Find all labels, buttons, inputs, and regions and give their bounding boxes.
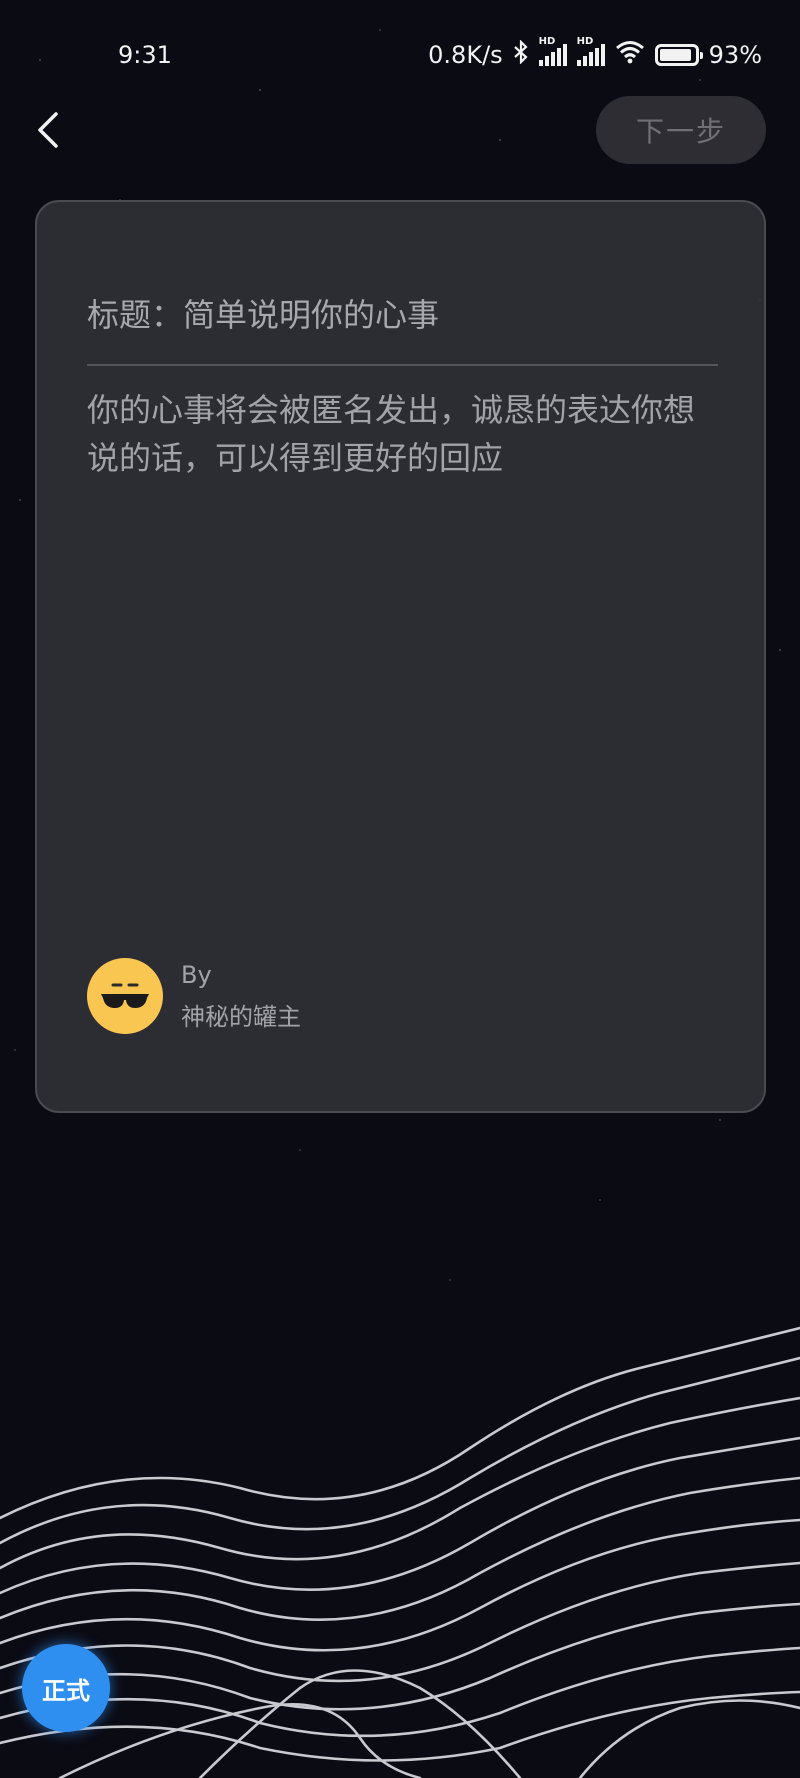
wifi-icon: [615, 40, 645, 70]
battery-percent: 93%: [708, 41, 762, 69]
status-bar: 9:31 0.8K/s HD HD 93%: [0, 0, 800, 110]
title-input[interactable]: 标题：简单说明你的心事: [87, 290, 718, 366]
signal-icon: HD: [576, 36, 605, 66]
next-step-button[interactable]: 下一步: [596, 96, 766, 164]
author-text: By 神秘的罐主: [181, 961, 301, 1032]
status-time: 9:31: [118, 41, 172, 69]
content-input[interactable]: 你的心事将会被匿名发出，诚恳的表达你想说的话，可以得到更好的回应: [87, 386, 718, 482]
signal-icon: HD: [538, 36, 567, 66]
top-bar: 下一步: [0, 96, 800, 166]
battery-level-fill: [659, 49, 692, 61]
author-prefix: By: [181, 960, 212, 989]
avatar: [87, 958, 163, 1034]
environment-badge[interactable]: 正式: [22, 1644, 110, 1732]
author-info: By 神秘的罐主: [87, 958, 301, 1034]
battery-icon: [654, 44, 703, 66]
compose-card: 标题：简单说明你的心事 你的心事将会被匿名发出，诚恳的表达你想说的话，可以得到更…: [35, 200, 766, 1113]
chevron-left-icon: [38, 112, 58, 148]
sunglasses-face-icon: [101, 983, 149, 1008]
back-button[interactable]: [28, 108, 68, 152]
status-icons: 0.8K/s HD HD 93%: [428, 36, 762, 70]
bluetooth-icon: [513, 39, 529, 70]
author-name: 神秘的罐主: [181, 1002, 301, 1031]
wave-lines-decoration: [0, 1326, 800, 1778]
network-speed: 0.8K/s: [428, 41, 503, 69]
